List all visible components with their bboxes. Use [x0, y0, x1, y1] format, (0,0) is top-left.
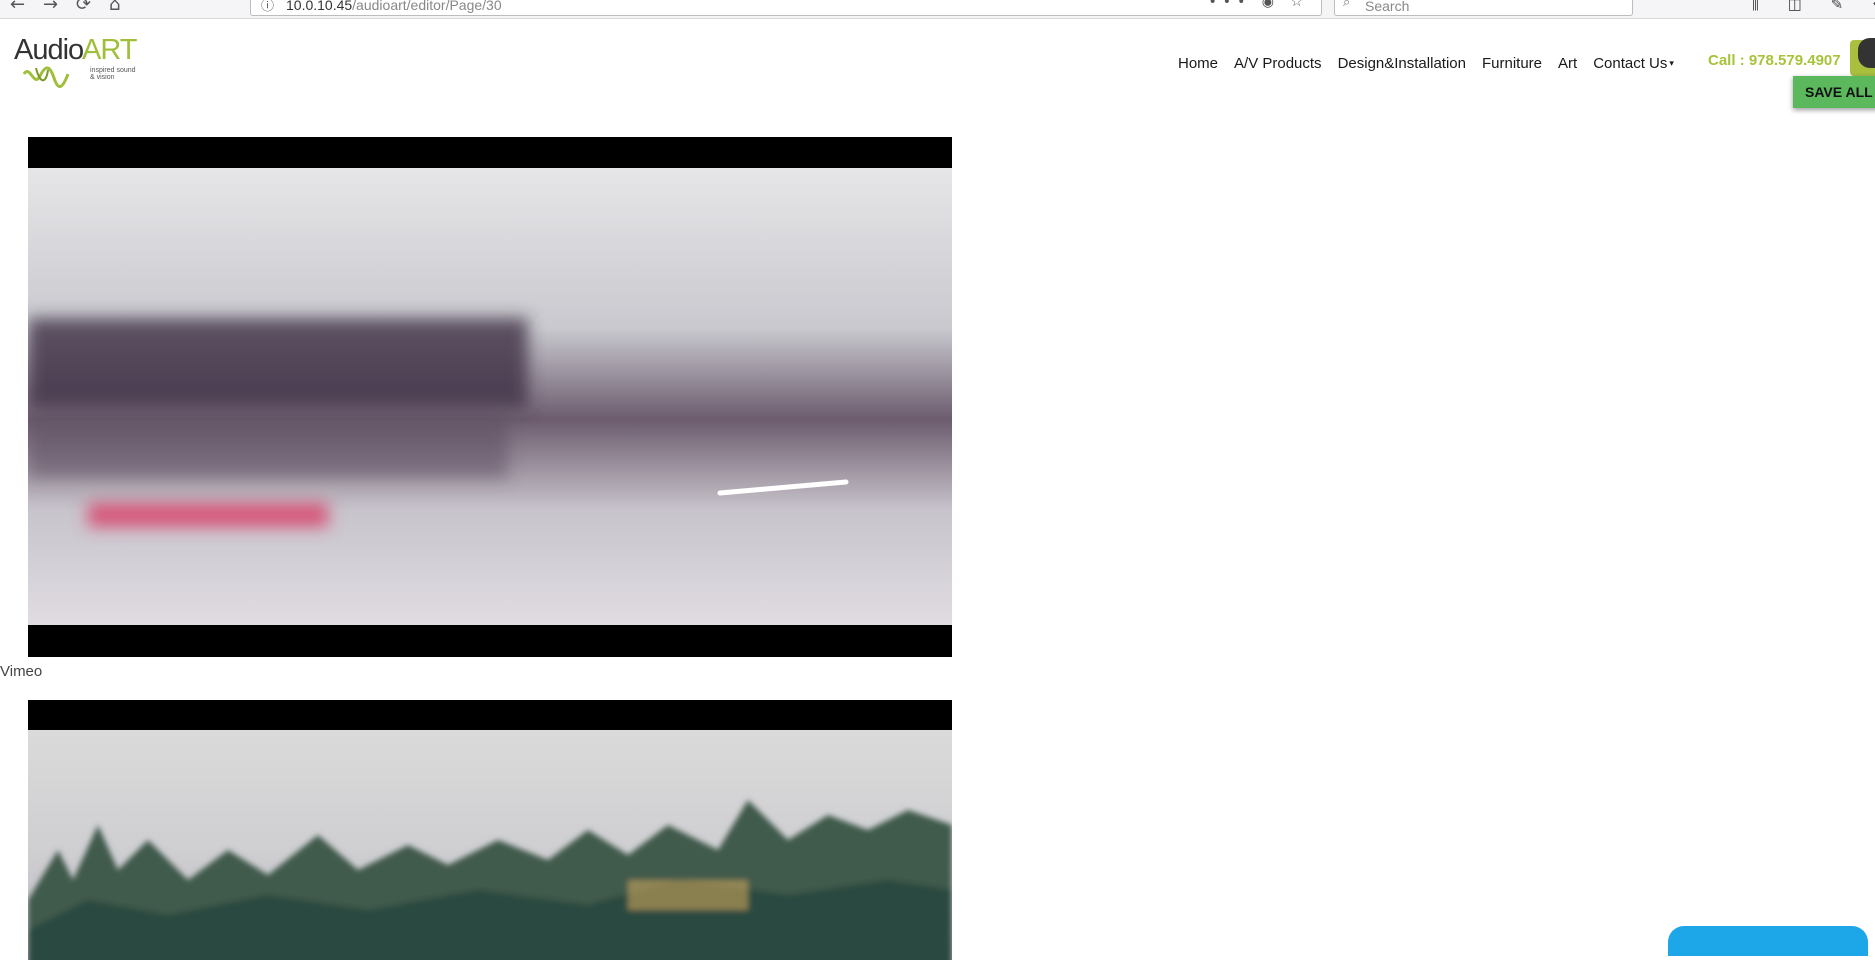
site-info-icon[interactable]: ⓘ [261, 0, 274, 14]
video-frame-image [28, 168, 952, 625]
url-bar[interactable]: ⓘ 10.0.10.45/audioart/editor/Page/30 •••… [250, 0, 1322, 16]
save-all-button[interactable]: SAVE ALL [1793, 76, 1875, 108]
editor-side-tab[interactable] [1850, 38, 1875, 76]
nav-design-installation[interactable]: Design&Installation [1338, 55, 1466, 72]
logo-tagline-2: & vision [90, 74, 115, 81]
main-nav: Home A/V Products Design&Installation Fu… [1178, 52, 1690, 74]
url-host: 10.0.10.45 [286, 0, 353, 13]
nav-furniture[interactable]: Furniture [1482, 55, 1542, 72]
logo-audio-text: Audio [14, 34, 84, 66]
url-path: /audioart/editor/Page/30 [352, 0, 502, 13]
nav-av-products[interactable]: A/V Products [1234, 55, 1322, 72]
logo-wave-icon [22, 66, 70, 88]
home-icon[interactable]: ⌂ [109, 0, 120, 16]
video-frame-image-2 [28, 730, 952, 960]
search-placeholder: Search [1365, 0, 1410, 14]
nav-art[interactable]: Art [1558, 55, 1577, 72]
nav-home[interactable]: Home [1178, 55, 1218, 72]
logo-art-text: ART [82, 34, 137, 66]
url-text[interactable]: 10.0.10.45/audioart/editor/Page/30 [286, 0, 502, 13]
forward-icon[interactable]: → [43, 0, 58, 16]
browser-search-box[interactable]: ⌕ Search [1334, 0, 1633, 16]
nav-contact-us[interactable]: Contact Us ▾ [1593, 55, 1674, 72]
logo-tagline-1: inspired sound [90, 67, 136, 74]
site-logo[interactable]: Audio ART inspired sound & vision [14, 34, 149, 90]
back-icon[interactable]: ← [10, 0, 25, 16]
vimeo-video-player[interactable] [28, 137, 952, 657]
video-player-2[interactable] [28, 700, 952, 960]
search-icon: ⌕ [1343, 0, 1351, 10]
page-actions-icons[interactable]: ••• ◉ ☆ [1209, 0, 1309, 10]
browser-toolbar: ← → ⟳ ⌂ ⓘ 10.0.10.45/audioart/editor/Pag… [0, 0, 1875, 19]
browser-toolbar-icons[interactable]: ⫼ ◫ ✎ ❖ [1752, 0, 1875, 13]
editor-tab-handle [1858, 38, 1875, 68]
chat-widget-button[interactable] [1668, 926, 1868, 956]
call-phone-link[interactable]: Call : 978.579.4907 [1708, 52, 1841, 69]
video-caption: Vimeo [0, 663, 43, 680]
chevron-down-icon: ▾ [1669, 58, 1674, 69]
reload-icon[interactable]: ⟳ [76, 0, 91, 16]
nav-contact-us-label: Contact Us [1593, 54, 1668, 72]
